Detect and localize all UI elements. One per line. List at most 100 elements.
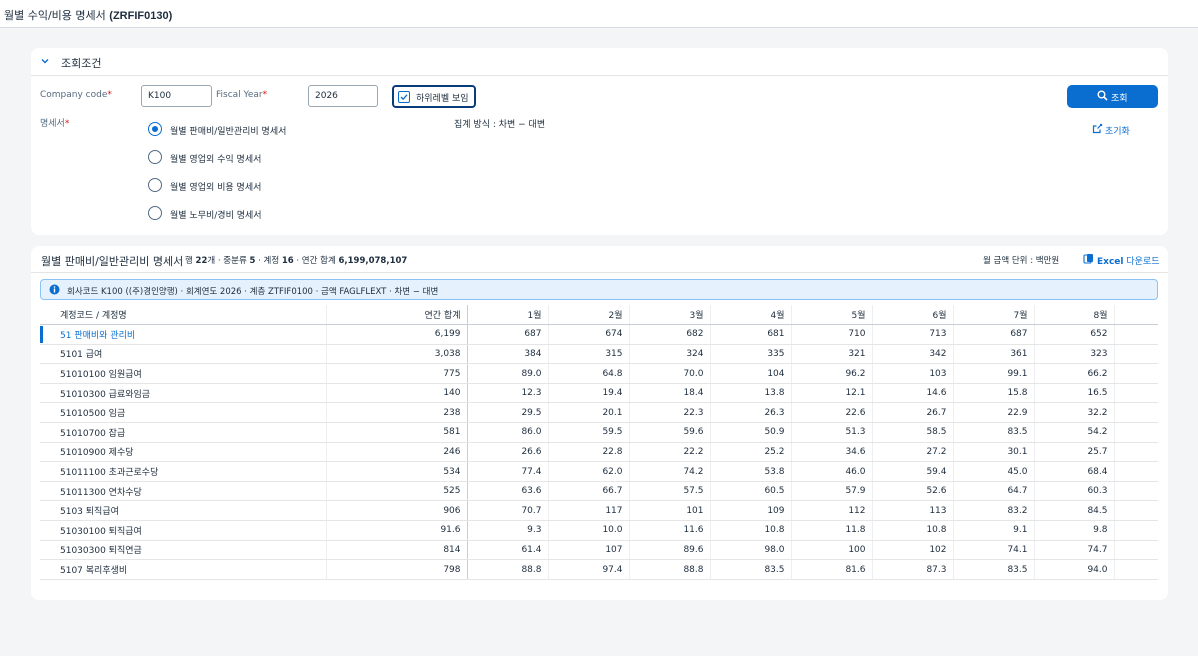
column-header-month[interactable]: 7월: [952, 305, 1034, 326]
column-header-account[interactable]: 계정코드 / 계정명: [40, 305, 326, 326]
account-name-text: 51030300 퇴직연금: [60, 546, 142, 557]
info-icon: [49, 284, 60, 295]
radio-option-1-label: 월별 판매비/일반관리비 명세서: [170, 127, 287, 137]
month-value-cell: 62.0: [547, 461, 629, 482]
month-value-cell: 103: [871, 363, 953, 384]
table-row[interactable]: 51010900 제수당 246 26.6 22.8 22.2 25.2 34.6 27.2 3…: [40, 442, 1158, 463]
month-value-cell: 109: [709, 500, 791, 522]
account-name-text: 51010500 임금: [60, 409, 126, 420]
month-value-cell: 315: [547, 344, 629, 365]
scroll-spacer-cell: [1113, 540, 1158, 561]
month-value-cell: 98.0: [709, 540, 791, 561]
table-row[interactable]: 51010100 임원급여 775 89.0 64.8 70.0 104 96.2 103 99…: [40, 363, 1158, 384]
excel-label: Excel: [1097, 257, 1124, 267]
month-value-cell: 66.2: [1033, 363, 1114, 384]
table-row[interactable]: 51010500 임금 238 29.5 20.1 22.3 26.3 22.6 26.7 22…: [40, 402, 1158, 424]
table-row[interactable]: 51030300 퇴직연금 814 61.4 107 89.6 98.0 100 102 74.…: [40, 540, 1158, 561]
month-value-cell: 10.0: [547, 520, 629, 541]
table-row[interactable]: 51010300 급료와임금 140 12.3 19.4 18.4 13.8 12.1 14.…: [40, 383, 1158, 404]
month-value-cell: 81.6: [790, 559, 872, 580]
account-link[interactable]: 51 판매비와 관리비: [40, 324, 326, 345]
month-value-cell: 22.9: [952, 402, 1034, 424]
statement-label: 명세서*: [40, 119, 70, 129]
month-value-cell: 94.0: [1033, 559, 1114, 580]
sublevel-label: 하위레벨 보임: [416, 94, 469, 104]
month-value-cell: 117: [547, 500, 629, 522]
column-header-month[interactable]: 2월: [547, 305, 629, 326]
month-value-cell: 26.3: [709, 402, 791, 424]
month-value-cell: 59.4: [871, 461, 953, 482]
month-value-cell: 83.5: [709, 559, 791, 580]
month-value-cell: 13.8: [709, 383, 791, 404]
account-name-text: 51010900 제수당: [60, 448, 134, 459]
shell-header: 월별 수익/비용 명세서 (ZRFIF0130): [0, 0, 1198, 28]
column-header-month[interactable]: 6월: [871, 305, 953, 326]
month-value-cell: 20.1: [547, 402, 629, 424]
radio-option-4[interactable]: [148, 206, 162, 220]
month-value-cell: 324: [628, 344, 710, 365]
scroll-spacer-cell: [1113, 520, 1158, 541]
sublevel-checkbox[interactable]: 하위레벨 보임: [392, 85, 476, 108]
reset-icon: [1092, 123, 1103, 134]
month-value-cell: 14.6: [871, 383, 953, 404]
column-header-annual[interactable]: 연간 합계: [325, 305, 468, 326]
app-title-code: (ZRFIF0130): [109, 10, 173, 22]
month-value-cell: 682: [628, 324, 710, 345]
month-value-cell: 674: [547, 324, 629, 345]
month-value-cell: 84.5: [1033, 500, 1114, 522]
info-text: 회사코드 K100 ((주)경인양행) · 회계연도 2026 · 계층 ZTF…: [67, 287, 439, 297]
table-row[interactable]: 51 판매비와 관리비 6,199 687 674 682 681 710 713 687 652: [40, 324, 1158, 345]
app-title-text: 월별 수익/비용 명세서: [4, 9, 106, 22]
fiscal-year-label: Fiscal Year*: [216, 90, 268, 100]
table-header-row: 계정코드 / 계정명 연간 합계 1월 2월 3월 4월 5월 6월 7월 8월: [40, 305, 1158, 326]
scroll-spacer-cell: [1113, 383, 1158, 404]
table-row[interactable]: 5101 급여 3,038 384 315 324 335 321 342 361 323: [40, 344, 1158, 365]
column-header-month[interactable]: 4월: [709, 305, 791, 326]
company-code-label: Company code*: [40, 90, 112, 100]
result-panel: 월별 판매비/일반관리비 명세서 행 22개 · 중분류 5 · 계정 16 ·…: [31, 246, 1168, 600]
month-value-cell: 26.7: [871, 402, 953, 424]
scroll-spacer: [1113, 305, 1158, 326]
month-value-cell: 97.4: [547, 559, 629, 580]
table-row[interactable]: 51010700 잡급 581 86.0 59.5 59.6 50.9 51.3 58.5 83…: [40, 422, 1158, 443]
filter-panel-header[interactable]: 조회조건: [31, 48, 1168, 76]
month-value-cell: 77.4: [466, 461, 548, 482]
month-value-cell: 74.7: [1033, 540, 1114, 561]
account-name: 51010900 제수당: [40, 442, 326, 463]
month-value-cell: 57.9: [790, 481, 872, 502]
reset-button-label: 초기화: [1105, 127, 1130, 137]
radio-option-3[interactable]: [148, 178, 162, 192]
account-name: 51010700 잡급: [40, 422, 326, 443]
month-value-cell: 61.4: [466, 540, 548, 561]
scroll-spacer-cell: [1113, 461, 1158, 482]
account-name-text: 51010700 잡급: [60, 428, 126, 439]
month-value-cell: 11.8: [790, 520, 872, 541]
table-row[interactable]: 51030100 퇴직급여 91.6 9.3 10.0 11.6 10.8 11.8 10.8…: [40, 520, 1158, 541]
month-value-cell: 11.6: [628, 520, 710, 541]
table-row[interactable]: 5107 복리후생비 798 88.8 97.4 88.8 83.5 81.6 87.3 83.…: [40, 559, 1158, 580]
column-header-month[interactable]: 8월: [1033, 305, 1114, 326]
month-value-cell: 29.5: [466, 402, 548, 424]
month-value-cell: 681: [709, 324, 791, 345]
month-value-cell: 687: [952, 324, 1034, 345]
download-label: 다운로드: [1126, 257, 1160, 267]
radio-option-1[interactable]: [148, 122, 162, 136]
column-header-month[interactable]: 1월: [466, 305, 548, 326]
table-row[interactable]: 5103 퇴직급여 906 70.7 117 101 109 112 113 83.2 84.5: [40, 500, 1158, 522]
account-name: 51010100 임원급여: [40, 363, 326, 384]
month-value-cell: 710: [790, 324, 872, 345]
radio-option-2[interactable]: [148, 150, 162, 164]
company-code-input[interactable]: [141, 85, 212, 107]
month-value-cell: 64.7: [952, 481, 1034, 502]
column-header-month[interactable]: 3월: [628, 305, 710, 326]
table-row[interactable]: 51011100 초과근로수당 534 77.4 62.0 74.2 53.8 46.0 59…: [40, 461, 1158, 482]
table-row[interactable]: 51011300 연차수당 525 63.6 66.7 57.5 60.5 57.9 52.6…: [40, 481, 1158, 502]
fiscal-year-input[interactable]: [308, 85, 378, 107]
chevron-down-icon[interactable]: [39, 55, 51, 67]
month-value-cell: 53.8: [709, 461, 791, 482]
search-button[interactable]: 조회: [1067, 85, 1158, 108]
checkbox-checked-icon[interactable]: [398, 91, 410, 103]
divider: [31, 272, 1168, 273]
annual-total-cell: 140: [325, 383, 468, 404]
column-header-month[interactable]: 5월: [790, 305, 872, 326]
